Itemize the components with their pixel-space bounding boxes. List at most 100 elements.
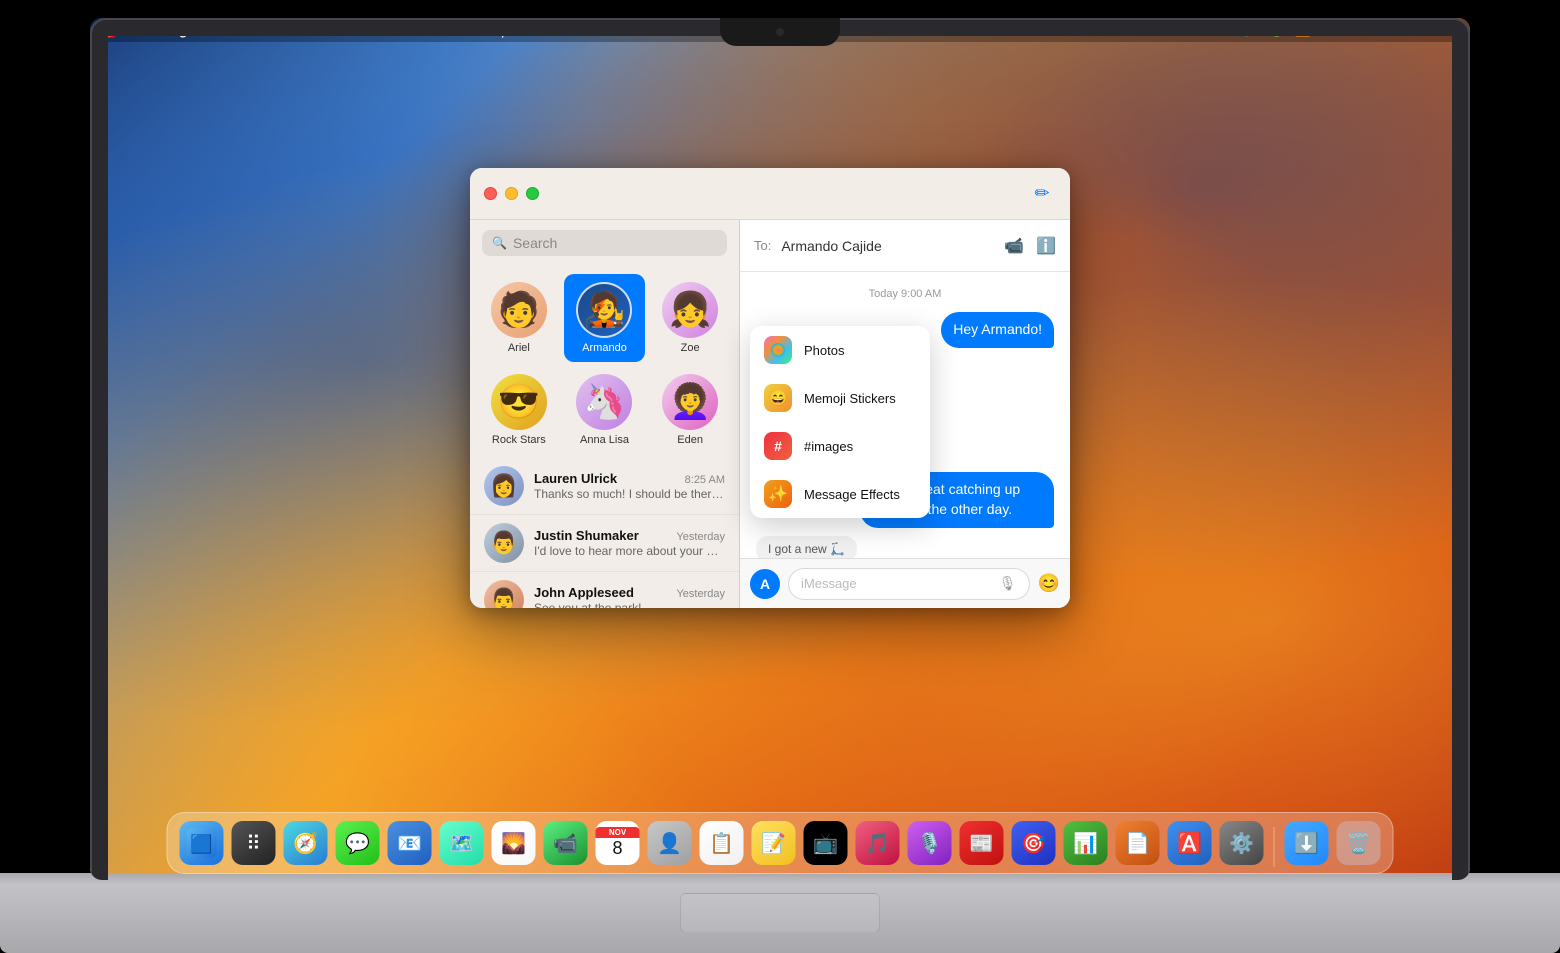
dock-item-mail[interactable]: 📧 (386, 819, 434, 867)
search-bar[interactable]: 🔍 Search (482, 230, 727, 256)
pinned-contact-eden[interactable]: 👩‍🦱 Eden (649, 366, 731, 454)
contact-name-eden: Eden (677, 434, 703, 446)
macbook-frame: 🍎 Messages File Edit View Conversation W… (0, 0, 1560, 953)
dock-item-contacts[interactable]: 👤 (646, 819, 694, 867)
pinned-contact-ariel[interactable]: 🧑 Ariel (478, 274, 560, 362)
dock-item-reminders[interactable]: 📋 (698, 819, 746, 867)
dock-item-downloads[interactable]: ⬇️ (1283, 819, 1331, 867)
msg-header-john: John Appleseed Yesterday (534, 585, 725, 600)
effects-icon: ✨ (764, 480, 792, 508)
video-call-icon[interactable]: 📹 (1004, 236, 1024, 256)
appstore-icon: 🅰️ (1168, 821, 1212, 865)
dock-item-sysprefs[interactable]: ⚙️ (1218, 819, 1266, 867)
audio-input-icon[interactable]: 🎙 (999, 575, 1017, 592)
popup-memoji-label: Memoji Stickers (804, 391, 896, 406)
window-titlebar: ✏ (470, 168, 1070, 220)
popup-item-images[interactable]: # #images (750, 422, 930, 470)
menu-conversation[interactable]: Conversation (331, 23, 408, 38)
close-button[interactable] (484, 187, 497, 200)
dock-item-messages[interactable]: 💬 (334, 819, 382, 867)
pinned-contact-rockstars[interactable]: 😎 Rock Stars (478, 366, 560, 454)
msg-preview-john: See you at the park! (534, 601, 725, 608)
message-input-placeholder: iMessage (801, 576, 999, 591)
menu-edit[interactable]: Edit (253, 23, 275, 38)
dock-item-notes[interactable]: 📝 (750, 819, 798, 867)
message-list-item-lauren[interactable]: 👩 Lauren Ulrick 8:25 AM Thanks so much! … (470, 458, 739, 515)
search-input-placeholder: Search (513, 235, 557, 251)
photos-dock-icon: 🌄 (492, 821, 536, 865)
msg-sender-justin: Justin Shumaker (534, 528, 639, 543)
facetime-icon: 📹 (544, 821, 588, 865)
spotlight-icon[interactable]: 🔍 (1321, 22, 1337, 38)
pinned-contact-zoe[interactable]: 👧 Zoe (649, 274, 731, 362)
dock-item-news[interactable]: 📰 (958, 819, 1006, 867)
app-drawer-button[interactable]: A (750, 569, 780, 599)
screen-area: 🍎 Messages File Edit View Conversation W… (90, 18, 1470, 880)
dock-item-launchpad[interactable]: ⠿ (230, 819, 278, 867)
dock-item-music[interactable]: 🎵 (854, 819, 902, 867)
chat-to-label: To: (754, 238, 771, 253)
msg-header-justin: Justin Shumaker Yesterday (534, 528, 725, 543)
contact-name-rockstars: Rock Stars (492, 434, 546, 446)
sidebar: 🔍 Search 🧑 Ariel (470, 220, 740, 608)
menu-file[interactable]: File (218, 23, 239, 38)
pinned-contact-annalisa[interactable]: 🦄 Anna Lisa (564, 366, 646, 454)
datetime-display: Tue Nov 8 9:41 AM (1347, 23, 1458, 38)
popup-item-photos[interactable]: Photos (750, 326, 930, 374)
message-list-item-john[interactable]: 👨 John Appleseed Yesterday See you at th… (470, 572, 739, 608)
menu-view[interactable]: View (289, 23, 317, 38)
contact-name-annalisa: Anna Lisa (580, 434, 629, 446)
search-icon: 🔍 (492, 236, 507, 250)
pinned-contact-armando[interactable]: 🧑‍🎤 Armando (564, 274, 646, 362)
popup-item-memoji[interactable]: 😄 Memoji Stickers (750, 374, 930, 422)
dock-item-facetime[interactable]: 📹 (542, 819, 590, 867)
keynote-icon: 🎯 (1012, 821, 1056, 865)
dock-item-safari[interactable]: 🧭 (282, 819, 330, 867)
quote-text: I got a new 🛴 (768, 542, 845, 556)
dock-item-numbers[interactable]: 📊 (1062, 819, 1110, 867)
camera-dot (776, 28, 784, 36)
dock-item-calendar[interactable]: NOV 8 (594, 819, 642, 867)
msg-sender-lauren: Lauren Ulrick (534, 471, 617, 486)
dock-item-appstore[interactable]: 🅰️ (1166, 819, 1214, 867)
dock-item-keynote[interactable]: 🎯 (1010, 819, 1058, 867)
contacts-icon: 👤 (648, 821, 692, 865)
message-list: 👩 Lauren Ulrick 8:25 AM Thanks so much! … (470, 458, 739, 608)
avatar-rockstars: 😎 (491, 374, 547, 430)
message-list-item-justin[interactable]: 👨 Justin Shumaker Yesterday I'd love to … (470, 515, 739, 572)
compose-button[interactable]: ✏ (1028, 180, 1056, 208)
popup-effects-label: Message Effects (804, 487, 900, 502)
minimize-button[interactable] (505, 187, 518, 200)
dock-item-trash[interactable]: 🗑️ (1335, 819, 1383, 867)
avatar-john: 👨 (484, 580, 524, 608)
message-input-field[interactable]: iMessage 🎙 (788, 568, 1030, 600)
menu-help[interactable]: Help (482, 23, 509, 38)
emoji-picker-icon[interactable]: 😊 (1038, 573, 1060, 594)
trackpad[interactable] (680, 893, 880, 933)
menubar-app-name[interactable]: Messages (139, 23, 201, 38)
memoji-icon: 😄 (764, 384, 792, 412)
dock-item-podcasts[interactable]: 🎙️ (906, 819, 954, 867)
dock-item-photos[interactable]: 🌄 (490, 819, 538, 867)
contact-name-ariel: Ariel (508, 342, 530, 354)
info-icon[interactable]: ℹ️ (1036, 236, 1056, 256)
svg-text:🟦: 🟦 (190, 833, 212, 854)
contact-name-zoe: Zoe (681, 342, 700, 354)
maximize-button[interactable] (526, 187, 539, 200)
popup-item-effects[interactable]: ✨ Message Effects (750, 470, 930, 518)
window-body: 🔍 Search 🧑 Ariel (470, 220, 1070, 608)
avatar-armando: 🧑‍🎤 (576, 282, 632, 338)
images-icon: # (764, 432, 792, 460)
apple-menu-icon[interactable]: 🍎 (102, 22, 119, 39)
dock-item-appletv[interactable]: 📺 (802, 819, 850, 867)
safari-icon: 🧭 (284, 821, 328, 865)
camera-notch (720, 18, 840, 46)
dock-item-pages[interactable]: 📄 (1114, 819, 1162, 867)
dock-item-finder[interactable]: 🟦 (178, 819, 226, 867)
menu-window[interactable]: Window (422, 23, 468, 38)
msg-preview-lauren: Thanks so much! I should be there by 9:0… (534, 487, 725, 501)
chat-header: To: Armando Cajide 📹 ℹ️ (740, 220, 1070, 272)
messages-window: ✏ 🔍 Search 🧑 (470, 168, 1070, 608)
launchpad-icon: ⠿ (232, 821, 276, 865)
dock-item-maps[interactable]: 🗺️ (438, 819, 486, 867)
